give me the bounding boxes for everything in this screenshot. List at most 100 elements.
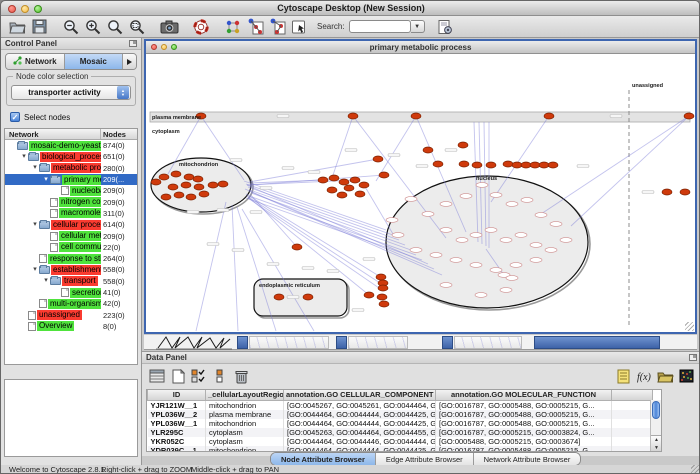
background-window-corner[interactable]: [336, 336, 347, 349]
open-icon[interactable]: [7, 18, 27, 36]
tab-node-attribute-browser[interactable]: Node Attribute Browser: [271, 453, 376, 465]
nucleus-node[interactable]: [560, 238, 572, 243]
select-attributes-icon[interactable]: [148, 367, 166, 385]
expand-arrow-icon[interactable]: ▾: [42, 176, 50, 184]
table-cell[interactable]: [GO:0016787, GO:0005488, GO:0005215, G..…: [436, 410, 612, 419]
background-window-corner[interactable]: [442, 336, 453, 349]
attribute-list-icon[interactable]: [211, 367, 229, 385]
birdseye-view-panel[interactable]: [4, 379, 138, 457]
network-modules-icon[interactable]: [223, 18, 243, 36]
gene-node[interactable]: [530, 162, 540, 168]
gene-node[interactable]: [292, 244, 302, 250]
gene-node[interactable]: [184, 174, 194, 180]
scrollbar-arrows[interactable]: ▲▼: [651, 435, 662, 452]
gene-node[interactable]: [459, 161, 469, 167]
tree-row-overview[interactable]: Overview8(0): [5, 321, 137, 332]
gene-node[interactable]: [208, 182, 218, 188]
table-cell[interactable]: [612, 400, 653, 410]
tree-col-network[interactable]: Network: [5, 129, 101, 139]
table-cell[interactable]: mitochondrion: [206, 446, 284, 453]
gene-node[interactable]: [329, 175, 339, 181]
table-cell[interactable]: [GO:0045267, GO:0045261, GO:0044464, G..…: [284, 400, 436, 410]
vizmapper-icon[interactable]: [245, 18, 265, 36]
frame-resize-grip[interactable]: [685, 322, 694, 331]
network-view-frame[interactable]: primary metabolic process plasma membran…: [144, 39, 697, 334]
table-cell[interactable]: plasma membrane: [206, 410, 284, 419]
nucleus-node[interactable]: [430, 253, 442, 258]
table-row[interactable]: YKR052Ccytoplasm[GO:0044464, GO:0044446,…: [148, 437, 653, 446]
expand-arrow-icon[interactable]: ▾: [31, 221, 39, 229]
nucleus-node[interactable]: [490, 193, 502, 198]
tree-row-biological-process[interactable]: ▾biological_process651(0): [5, 151, 137, 162]
search-dropdown-button[interactable]: ▼: [411, 20, 425, 33]
table-cell[interactable]: [GO:0005488, GO:0005215, GO:0003674]: [436, 437, 612, 446]
gene-node[interactable]: [274, 294, 284, 300]
background-network-scribble[interactable]: [154, 335, 234, 350]
snapshot-icon[interactable]: [159, 18, 179, 36]
nucleus-node[interactable]: [510, 263, 522, 268]
nucleus-node[interactable]: [456, 238, 468, 243]
gene-node[interactable]: [174, 192, 184, 198]
nucleus-node[interactable]: [470, 263, 482, 268]
network-graph[interactable]: plasma membranecytoplasmmitochondrionnuc…: [146, 54, 695, 332]
gene-node[interactable]: [355, 191, 365, 197]
column-header[interactable]: annotation.GO CELLULAR_COMPONENT: [284, 390, 436, 400]
gene-node[interactable]: [194, 184, 204, 190]
nucleus-node[interactable]: [460, 194, 472, 199]
gene-node[interactable]: [458, 142, 468, 148]
gene-node[interactable]: [339, 179, 349, 185]
table-row[interactable]: YPL036W__2plasma membrane[GO:0044464, GO…: [148, 410, 653, 419]
table-scrollbar[interactable]: ▲▼: [650, 400, 661, 452]
tab-mosaic[interactable]: Mosaic: [65, 54, 124, 69]
gene-node[interactable]: [193, 176, 203, 182]
gene-node[interactable]: [411, 113, 421, 119]
background-window-titlebar[interactable]: [249, 336, 329, 349]
gene-node[interactable]: [359, 182, 369, 188]
table-cell[interactable]: [GO:0016787, GO:0005488, GO:0005215, G..…: [436, 419, 612, 428]
gene-node[interactable]: [376, 274, 386, 280]
gene-node[interactable]: [318, 177, 328, 183]
nucleus-node[interactable]: [535, 213, 547, 218]
session-settings-icon[interactable]: [435, 18, 455, 36]
tree-row-cell-communicat[interactable]: cell communicat22(0): [5, 242, 137, 253]
tree-row-nucleobase-[interactable]: nucleobase-209(0): [5, 185, 137, 196]
nucleus-node[interactable]: [475, 293, 487, 298]
select-nodes-checkbox[interactable]: ✓: [10, 112, 20, 122]
zoom-selected-icon[interactable]: [127, 18, 147, 36]
tree-col-nodes[interactable]: Nodes: [101, 129, 137, 139]
column-header[interactable]: ID: [148, 390, 206, 400]
nucleus-node[interactable]: [506, 202, 518, 207]
table-cell[interactable]: [GO:0044464, GO:0044444, GO:0044425, G..…: [284, 419, 436, 428]
tree-row-metabolic-process[interactable]: ▾metabolic process280(0): [5, 163, 137, 174]
nucleus-node[interactable]: [485, 228, 497, 233]
expand-arrow-icon[interactable]: ▾: [42, 277, 50, 285]
tree-row-secretion[interactable]: secretion41(0): [5, 287, 137, 298]
table-cell[interactable]: [GO:0016787, GO:0005488, GO:0005215, G..…: [436, 400, 612, 410]
nucleus-node[interactable]: [440, 283, 452, 288]
gene-node[interactable]: [303, 294, 313, 300]
nucleus-node[interactable]: [476, 183, 488, 188]
edge[interactable]: [571, 116, 689, 226]
gene-node[interactable]: [151, 179, 161, 185]
tab-edge-attribute-browser[interactable]: Edge Attribute Browser: [376, 453, 474, 465]
edge[interactable]: [196, 202, 226, 331]
nucleus-node[interactable]: [386, 218, 398, 223]
background-window-titlebar[interactable]: [454, 336, 522, 349]
gene-node[interactable]: [327, 187, 337, 193]
edge[interactable]: [538, 116, 689, 216]
edge[interactable]: [332, 116, 353, 178]
tree-row-macromolecule[interactable]: macromolecule311(0): [5, 208, 137, 219]
import-folder-icon[interactable]: [656, 367, 674, 385]
nucleus-node[interactable]: [530, 243, 542, 248]
tab-overflow-arrow[interactable]: [123, 54, 136, 69]
tree-row-response-to-stimulu[interactable]: response to stimulu264(0): [5, 253, 137, 264]
tree-row-establishment-of-lo[interactable]: ▾establishment of lo558(0): [5, 264, 137, 275]
gene-node[interactable]: [433, 161, 443, 167]
nucleus-node[interactable]: [440, 202, 452, 207]
gene-node[interactable]: [350, 177, 360, 183]
region-nucleus[interactable]: [386, 176, 588, 308]
nucleus-node[interactable]: [490, 268, 502, 273]
gene-node[interactable]: [379, 301, 389, 307]
gene-node[interactable]: [544, 113, 554, 119]
table-cell[interactable]: YKR052C: [148, 437, 206, 446]
